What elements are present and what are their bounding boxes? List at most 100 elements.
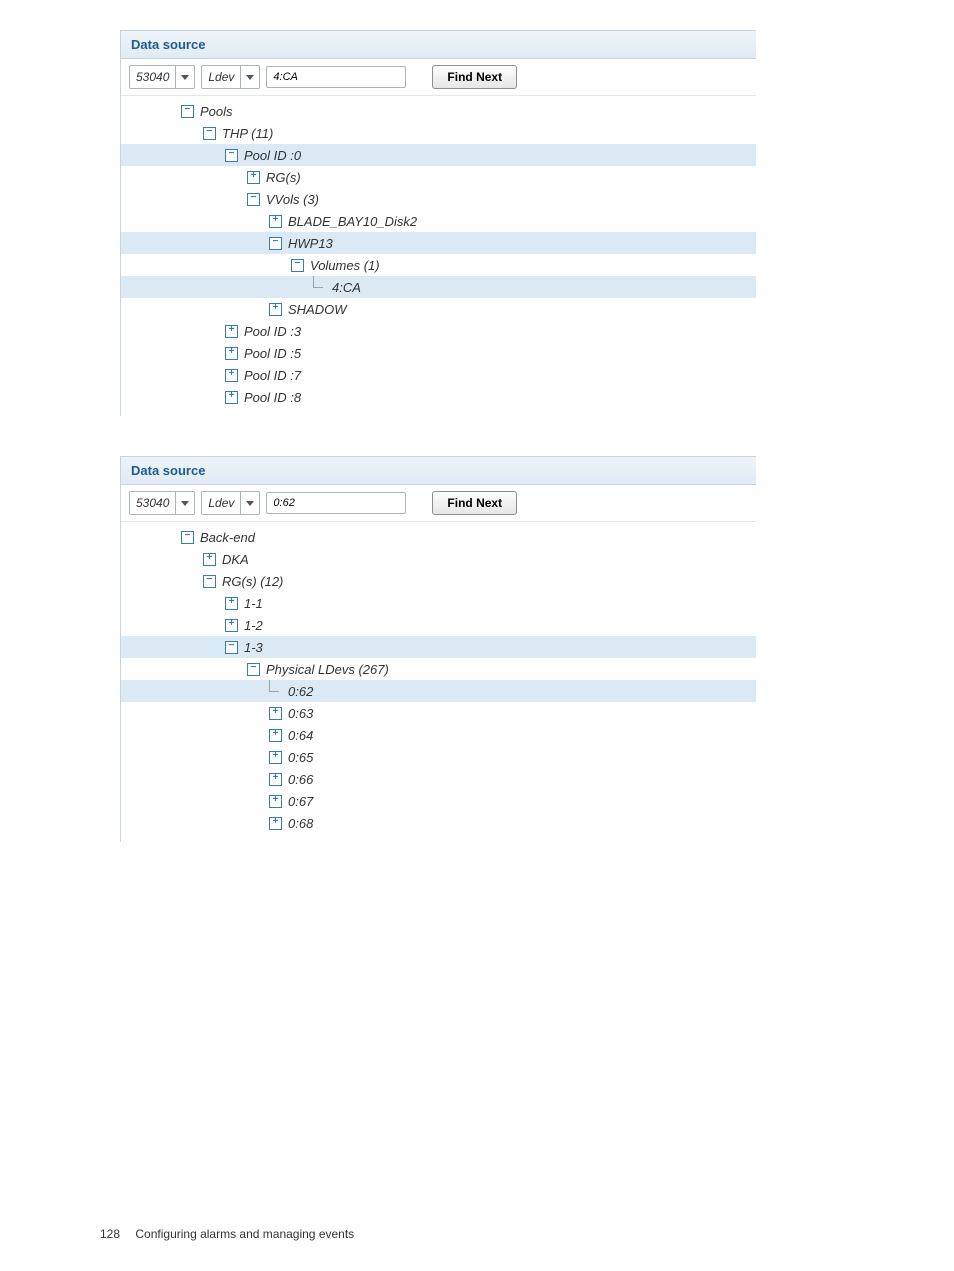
- find-next-button[interactable]: Find Next: [432, 65, 517, 89]
- type-select-label: Ldev: [202, 70, 240, 84]
- expand-icon[interactable]: +: [269, 817, 282, 830]
- tree-physical-ldevs[interactable]: −Physical LDevs (267): [121, 658, 756, 680]
- tree-label: Pool ID :3: [244, 324, 301, 339]
- expand-icon[interactable]: +: [269, 215, 282, 228]
- tree-label: 4:CA: [332, 280, 361, 295]
- tree-1-2[interactable]: +1-2: [121, 614, 756, 636]
- tree-label: VVols (3): [266, 192, 319, 207]
- data-source-panel-1: Data source 53040 Ldev Find Next −Pools−…: [120, 30, 756, 416]
- tree-label: Volumes (1): [310, 258, 380, 273]
- collapse-icon[interactable]: −: [247, 663, 260, 676]
- collapse-icon[interactable]: −: [203, 127, 216, 140]
- panel-title: Data source: [121, 31, 756, 59]
- tree-0-63[interactable]: +0:63: [121, 702, 756, 724]
- toolbar: 53040 Ldev Find Next: [121, 485, 756, 522]
- find-next-button[interactable]: Find Next: [432, 491, 517, 515]
- tree-label: 0:63: [288, 706, 313, 721]
- tree-hwp13[interactable]: −HWP13: [121, 232, 756, 254]
- expand-icon[interactable]: +: [225, 369, 238, 382]
- chevron-down-icon: [240, 66, 259, 88]
- toolbar: 53040 Ldev Find Next: [121, 59, 756, 96]
- tree-label: 0:65: [288, 750, 313, 765]
- tree-volumes[interactable]: −Volumes (1): [121, 254, 756, 276]
- expand-icon[interactable]: +: [269, 303, 282, 316]
- type-select-label: Ldev: [202, 496, 240, 510]
- chevron-down-icon: [175, 492, 194, 514]
- tree-vvols[interactable]: −VVols (3): [121, 188, 756, 210]
- chevron-down-icon: [175, 66, 194, 88]
- expand-icon[interactable]: +: [225, 325, 238, 338]
- collapse-icon[interactable]: −: [291, 259, 304, 272]
- tree-label: Physical LDevs (267): [266, 662, 389, 677]
- array-select[interactable]: 53040: [129, 65, 195, 89]
- search-input[interactable]: [266, 492, 406, 514]
- expand-icon[interactable]: +: [203, 553, 216, 566]
- type-select[interactable]: Ldev: [201, 65, 260, 89]
- tree-pool-3[interactable]: + Pool ID :3: [121, 320, 756, 342]
- tree-pool-5[interactable]: + Pool ID :5: [121, 342, 756, 364]
- tree-thp[interactable]: −THP (11): [121, 122, 756, 144]
- panel-title: Data source: [121, 457, 756, 485]
- tree-rgs[interactable]: +RG(s): [121, 166, 756, 188]
- tree-leaf-icon: [313, 281, 326, 294]
- tree-1-3[interactable]: −1-3: [121, 636, 756, 658]
- expand-icon[interactable]: +: [269, 729, 282, 742]
- tree-label: 0:68: [288, 816, 313, 831]
- tree-pool-8[interactable]: + Pool ID :8: [121, 386, 756, 408]
- collapse-icon[interactable]: −: [269, 237, 282, 250]
- tree-backend[interactable]: −Back-end: [121, 526, 756, 548]
- search-input[interactable]: [266, 66, 406, 88]
- tree-0-65[interactable]: +0:65: [121, 746, 756, 768]
- tree-label: Pool ID :7: [244, 368, 301, 383]
- tree-label: Back-end: [200, 530, 255, 545]
- expand-icon[interactable]: +: [269, 795, 282, 808]
- tree-dka[interactable]: + DKA: [121, 548, 756, 570]
- tree-pool-7[interactable]: + Pool ID :7: [121, 364, 756, 386]
- tree-shadow[interactable]: +SHADOW: [121, 298, 756, 320]
- tree-label: 1-3: [244, 640, 263, 655]
- tree-label: 0:66: [288, 772, 313, 787]
- expand-icon[interactable]: +: [225, 597, 238, 610]
- tree-rgs-12[interactable]: −RG(s) (12): [121, 570, 756, 592]
- array-select[interactable]: 53040: [129, 491, 195, 515]
- tree-1-1[interactable]: +1-1: [121, 592, 756, 614]
- type-select[interactable]: Ldev: [201, 491, 260, 515]
- collapse-icon[interactable]: −: [181, 105, 194, 118]
- tree-label: 0:64: [288, 728, 313, 743]
- tree-label: HWP13: [288, 236, 333, 251]
- tree-0-67[interactable]: +0:67: [121, 790, 756, 812]
- tree-0-68[interactable]: +0:68: [121, 812, 756, 834]
- collapse-icon[interactable]: −: [225, 641, 238, 654]
- expand-icon[interactable]: +: [269, 773, 282, 786]
- tree-pool-0[interactable]: −Pool ID :0: [121, 144, 756, 166]
- tree-0-64[interactable]: +0:64: [121, 724, 756, 746]
- footer-title: Configuring alarms and managing events: [135, 1227, 354, 1241]
- tree-pools[interactable]: −Pools: [121, 100, 756, 122]
- tree-label: 1-2: [244, 618, 263, 633]
- expand-icon[interactable]: +: [269, 751, 282, 764]
- data-source-panel-2: Data source 53040 Ldev Find Next −Back-e…: [120, 456, 756, 842]
- expand-icon[interactable]: +: [225, 347, 238, 360]
- expand-icon[interactable]: +: [225, 619, 238, 632]
- tree-label: Pool ID :5: [244, 346, 301, 361]
- collapse-icon[interactable]: −: [181, 531, 194, 544]
- tree-label: 1-1: [244, 596, 263, 611]
- tree: −Back-end+DKA−RG(s) (12)+1-1+1-2−1-3−Phy…: [121, 522, 756, 842]
- tree-label: Pool ID :8: [244, 390, 301, 405]
- array-select-label: 53040: [130, 70, 175, 84]
- tree-4ca[interactable]: 4:CA: [121, 276, 756, 298]
- tree-blade[interactable]: +BLADE_BAY10_Disk2: [121, 210, 756, 232]
- expand-icon[interactable]: +: [247, 171, 260, 184]
- tree-label: THP (11): [222, 126, 273, 141]
- tree-label: 0:62: [288, 684, 313, 699]
- tree-label: Pool ID :0: [244, 148, 301, 163]
- collapse-icon[interactable]: −: [247, 193, 260, 206]
- expand-icon[interactable]: +: [269, 707, 282, 720]
- collapse-icon[interactable]: −: [203, 575, 216, 588]
- tree-label: Pools: [200, 104, 233, 119]
- collapse-icon[interactable]: −: [225, 149, 238, 162]
- tree-label: DKA: [222, 552, 249, 567]
- expand-icon[interactable]: +: [225, 391, 238, 404]
- tree-0-66[interactable]: +0:66: [121, 768, 756, 790]
- tree-0-62[interactable]: 0:62: [121, 680, 756, 702]
